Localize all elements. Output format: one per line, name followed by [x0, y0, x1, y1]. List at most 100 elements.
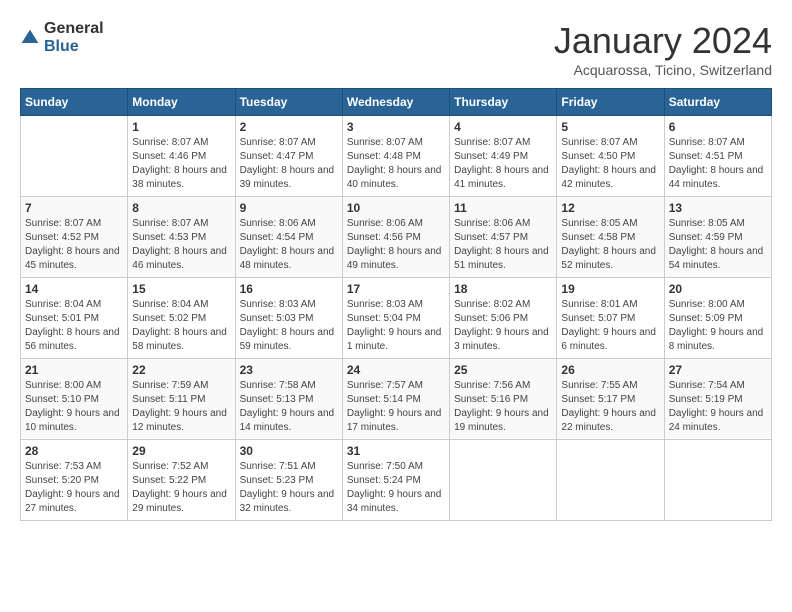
calendar-cell: 2 Sunrise: 8:07 AMSunset: 4:47 PMDaylight… [235, 116, 342, 197]
calendar-cell [450, 440, 557, 521]
weekday-header-sunday: Sunday [21, 89, 128, 116]
day-info: Sunrise: 7:58 AMSunset: 5:13 PMDaylight:… [240, 379, 338, 435]
day-number: 26 [561, 363, 659, 377]
calendar-cell: 25 Sunrise: 7:56 AMSunset: 5:16 PMDayligh… [450, 359, 557, 440]
day-info: Sunrise: 8:07 AMSunset: 4:52 PMDaylight:… [25, 217, 123, 273]
day-info: Sunrise: 7:51 AMSunset: 5:23 PMDaylight:… [240, 460, 338, 516]
day-info: Sunrise: 8:05 AMSunset: 4:59 PMDaylight:… [669, 217, 767, 273]
day-number: 29 [132, 444, 230, 458]
weekday-header-thursday: Thursday [450, 89, 557, 116]
calendar-cell: 31Sunrise: 7:50 AMSunset: 5:24 PMDayligh… [342, 440, 449, 521]
calendar-cell: 4 Sunrise: 8:07 AMSunset: 4:49 PMDaylight… [450, 116, 557, 197]
calendar-cell: 14Sunrise: 8:04 AMSunset: 5:01 PMDayligh… [21, 278, 128, 359]
calendar-week-5: 28 Sunrise: 7:53 AMSunset: 5:20 PMDayligh… [21, 440, 772, 521]
day-info: Sunrise: 7:59 AMSunset: 5:11 PMDaylight:… [132, 379, 230, 435]
day-number: 1 [132, 120, 230, 134]
calendar-cell [557, 440, 664, 521]
day-info: Sunrise: 8:07 AMSunset: 4:47 PMDaylight:… [240, 136, 338, 192]
day-number: 24 [347, 363, 445, 377]
day-info: Sunrise: 8:06 AMSunset: 4:54 PMDaylight:… [240, 217, 338, 273]
calendar-cell: 23 Sunrise: 7:58 AMSunset: 5:13 PMDayligh… [235, 359, 342, 440]
logo-text: General Blue [44, 20, 104, 55]
calendar-cell: 22 Sunrise: 7:59 AMSunset: 5:11 PMDayligh… [128, 359, 235, 440]
day-info: Sunrise: 8:06 AMSunset: 4:56 PMDaylight:… [347, 217, 445, 273]
month-title: January 2024 [554, 20, 772, 62]
calendar-cell: 7 Sunrise: 8:07 AMSunset: 4:52 PMDaylight… [21, 197, 128, 278]
weekday-header-row: SundayMondayTuesdayWednesdayThursdayFrid… [21, 89, 772, 116]
day-info: Sunrise: 8:07 AMSunset: 4:51 PMDaylight:… [669, 136, 767, 192]
day-info: Sunrise: 7:55 AMSunset: 5:17 PMDaylight:… [561, 379, 659, 435]
calendar-table: SundayMondayTuesdayWednesdayThursdayFrid… [20, 88, 772, 521]
day-number: 21 [25, 363, 123, 377]
calendar-cell: 3 Sunrise: 8:07 AMSunset: 4:48 PMDaylight… [342, 116, 449, 197]
calendar-cell: 13 Sunrise: 8:05 AMSunset: 4:59 PMDayligh… [664, 197, 771, 278]
title-section: January 2024 Acquarossa, Ticino, Switzer… [554, 20, 772, 78]
calendar-cell: 10 Sunrise: 8:06 AMSunset: 4:56 PMDayligh… [342, 197, 449, 278]
calendar-cell: 19 Sunrise: 8:01 AMSunset: 5:07 PMDayligh… [557, 278, 664, 359]
day-number: 8 [132, 201, 230, 215]
day-number: 17 [347, 282, 445, 296]
calendar-cell: 8Sunrise: 8:07 AMSunset: 4:53 PMDaylight… [128, 197, 235, 278]
day-number: 13 [669, 201, 767, 215]
calendar-cell: 20 Sunrise: 8:00 AMSunset: 5:09 PMDayligh… [664, 278, 771, 359]
day-info: Sunrise: 8:03 AMSunset: 5:04 PMDaylight:… [347, 298, 445, 354]
day-info: Sunrise: 8:07 AMSunset: 4:46 PMDaylight:… [132, 136, 230, 192]
day-number: 22 [132, 363, 230, 377]
calendar-cell: 28 Sunrise: 7:53 AMSunset: 5:20 PMDayligh… [21, 440, 128, 521]
day-number: 19 [561, 282, 659, 296]
day-number: 25 [454, 363, 552, 377]
calendar-cell: 15 Sunrise: 8:04 AMSunset: 5:02 PMDayligh… [128, 278, 235, 359]
day-info: Sunrise: 8:00 AMSunset: 5:09 PMDaylight:… [669, 298, 767, 354]
day-number: 18 [454, 282, 552, 296]
day-info: Sunrise: 8:04 AMSunset: 5:01 PMDaylight:… [25, 298, 123, 354]
logo-general: General [44, 20, 104, 38]
calendar-cell: 12 Sunrise: 8:05 AMSunset: 4:58 PMDayligh… [557, 197, 664, 278]
calendar-cell: 29Sunrise: 7:52 AMSunset: 5:22 PMDayligh… [128, 440, 235, 521]
day-number: 11 [454, 201, 552, 215]
weekday-header-friday: Friday [557, 89, 664, 116]
day-number: 9 [240, 201, 338, 215]
day-info: Sunrise: 7:53 AMSunset: 5:20 PMDaylight:… [25, 460, 123, 516]
day-number: 16 [240, 282, 338, 296]
day-info: Sunrise: 8:05 AMSunset: 4:58 PMDaylight:… [561, 217, 659, 273]
day-info: Sunrise: 8:04 AMSunset: 5:02 PMDaylight:… [132, 298, 230, 354]
logo-icon [20, 28, 40, 48]
weekday-header-wednesday: Wednesday [342, 89, 449, 116]
calendar-week-1: 1 Sunrise: 8:07 AMSunset: 4:46 PMDaylight… [21, 116, 772, 197]
calendar-cell: 26 Sunrise: 7:55 AMSunset: 5:17 PMDayligh… [557, 359, 664, 440]
calendar-cell: 17 Sunrise: 8:03 AMSunset: 5:04 PMDayligh… [342, 278, 449, 359]
calendar-cell: 24Sunrise: 7:57 AMSunset: 5:14 PMDayligh… [342, 359, 449, 440]
calendar-cell [664, 440, 771, 521]
calendar-cell: 27Sunrise: 7:54 AMSunset: 5:19 PMDayligh… [664, 359, 771, 440]
day-number: 23 [240, 363, 338, 377]
calendar-cell: 21Sunrise: 8:00 AMSunset: 5:10 PMDayligh… [21, 359, 128, 440]
day-number: 12 [561, 201, 659, 215]
calendar-cell: 9 Sunrise: 8:06 AMSunset: 4:54 PMDaylight… [235, 197, 342, 278]
calendar-week-4: 21Sunrise: 8:00 AMSunset: 5:10 PMDayligh… [21, 359, 772, 440]
day-number: 5 [561, 120, 659, 134]
calendar-week-3: 14Sunrise: 8:04 AMSunset: 5:01 PMDayligh… [21, 278, 772, 359]
day-info: Sunrise: 8:02 AMSunset: 5:06 PMDaylight:… [454, 298, 552, 354]
day-number: 28 [25, 444, 123, 458]
day-info: Sunrise: 7:50 AMSunset: 5:24 PMDaylight:… [347, 460, 445, 516]
day-number: 10 [347, 201, 445, 215]
day-info: Sunrise: 8:03 AMSunset: 5:03 PMDaylight:… [240, 298, 338, 354]
day-info: Sunrise: 8:07 AMSunset: 4:50 PMDaylight:… [561, 136, 659, 192]
day-info: Sunrise: 7:56 AMSunset: 5:16 PMDaylight:… [454, 379, 552, 435]
calendar-cell: 1 Sunrise: 8:07 AMSunset: 4:46 PMDaylight… [128, 116, 235, 197]
calendar-cell: 5 Sunrise: 8:07 AMSunset: 4:50 PMDaylight… [557, 116, 664, 197]
day-number: 7 [25, 201, 123, 215]
day-number: 4 [454, 120, 552, 134]
day-info: Sunrise: 8:01 AMSunset: 5:07 PMDaylight:… [561, 298, 659, 354]
logo-blue: Blue [44, 38, 104, 56]
calendar-cell: 30Sunrise: 7:51 AMSunset: 5:23 PMDayligh… [235, 440, 342, 521]
location-subtitle: Acquarossa, Ticino, Switzerland [554, 62, 772, 78]
day-number: 2 [240, 120, 338, 134]
day-number: 20 [669, 282, 767, 296]
day-number: 15 [132, 282, 230, 296]
calendar-cell: 16 Sunrise: 8:03 AMSunset: 5:03 PMDayligh… [235, 278, 342, 359]
day-info: Sunrise: 8:07 AMSunset: 4:49 PMDaylight:… [454, 136, 552, 192]
day-info: Sunrise: 8:07 AMSunset: 4:48 PMDaylight:… [347, 136, 445, 192]
calendar-week-2: 7 Sunrise: 8:07 AMSunset: 4:52 PMDaylight… [21, 197, 772, 278]
day-number: 3 [347, 120, 445, 134]
